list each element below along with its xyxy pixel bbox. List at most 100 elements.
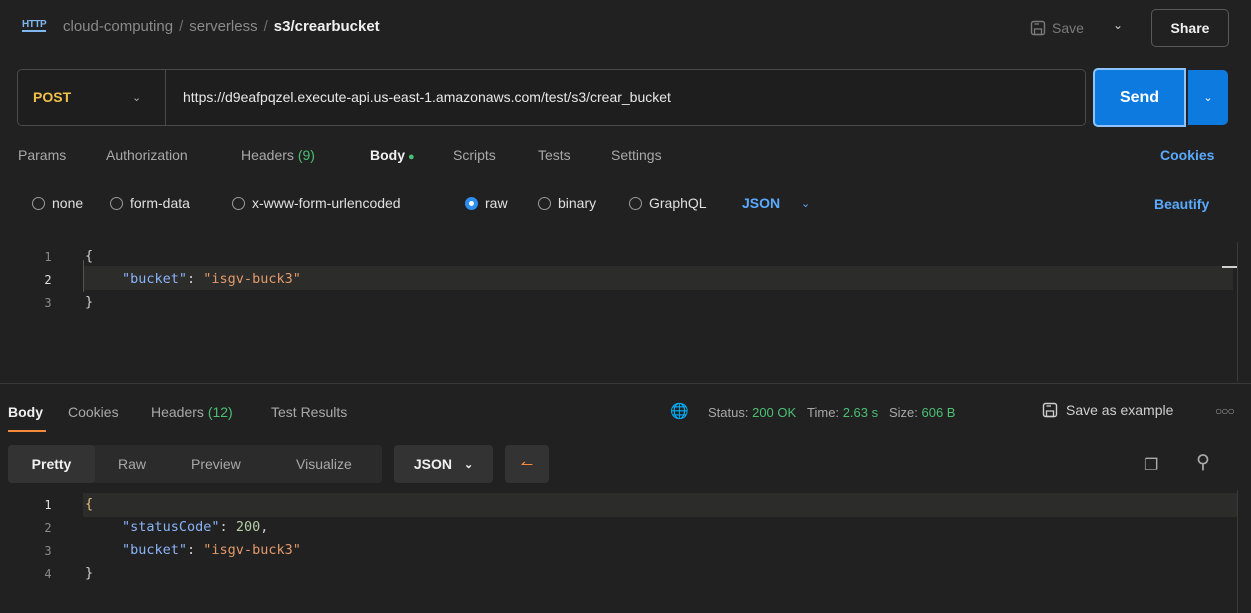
chevron-down-icon[interactable]: ⌄	[801, 197, 810, 210]
active-line-highlight	[83, 493, 1238, 517]
http-icon: HTTP	[22, 19, 47, 32]
response-tab-cookies[interactable]: Cookies	[68, 404, 119, 420]
radio-urlencoded[interactable]: x-www-form-urlencoded	[232, 195, 401, 211]
status-label: Status:	[708, 405, 749, 420]
response-format-label: JSON	[413, 456, 452, 472]
code-line: "bucket": "isgv-buck3"	[122, 542, 301, 558]
json-colon: :	[219, 519, 236, 535]
radio-form-data[interactable]: form-data	[110, 195, 190, 211]
search-icon[interactable]: ⚲	[1196, 451, 1210, 474]
share-button[interactable]: Share	[1151, 9, 1229, 47]
radio-raw[interactable]: raw	[465, 195, 508, 211]
wrap-lines-icon: ↼	[520, 456, 534, 473]
tab-authorization[interactable]: Authorization	[106, 147, 188, 163]
breadcrumb-separator: /	[263, 18, 268, 35]
radio-binary[interactable]: binary	[538, 195, 596, 211]
radio-circle-icon	[538, 196, 551, 210]
view-tab-preview[interactable]: Preview	[191, 456, 241, 472]
status-value[interactable]: 200 OK	[752, 405, 796, 420]
save-icon	[1030, 20, 1046, 36]
json-string: "isgv-buck3"	[203, 542, 301, 558]
breadcrumb-request[interactable]: s3/crearbucket	[274, 18, 380, 35]
tab-scripts[interactable]: Scripts	[453, 147, 496, 163]
radio-selected-icon	[465, 196, 478, 210]
breadcrumb-separator: /	[179, 18, 184, 35]
line-number: 1	[44, 498, 52, 512]
json-colon: :	[187, 542, 204, 558]
headers-count: (9)	[297, 147, 315, 163]
send-button[interactable]: Send	[1093, 68, 1186, 127]
chevron-down-icon[interactable]: ⌄	[132, 91, 141, 104]
response-tab-headers[interactable]: Headers (12)	[151, 404, 233, 420]
json-key: "bucket"	[122, 271, 188, 287]
copy-icon[interactable]: ❐	[1144, 455, 1158, 475]
radio-circle-icon	[629, 196, 642, 210]
save-as-example-button[interactable]: Save as example	[1042, 402, 1173, 418]
url-divider	[165, 70, 166, 125]
time-value[interactable]: 2.63 s	[843, 405, 878, 420]
code-line: }	[85, 294, 93, 310]
view-tab-visualize[interactable]: Visualize	[296, 456, 352, 472]
tab-settings[interactable]: Settings	[611, 147, 662, 163]
view-tab-raw[interactable]: Raw	[118, 456, 146, 472]
scrollbar-marker	[1222, 266, 1237, 268]
response-tab-test-results[interactable]: Test Results	[271, 404, 347, 420]
tab-tests[interactable]: Tests	[538, 147, 571, 163]
radio-graphql[interactable]: GraphQL	[629, 195, 707, 211]
response-tab-body[interactable]: Body	[8, 404, 43, 420]
tab-headers[interactable]: Headers (9)	[241, 147, 315, 163]
tab-body-label: Body	[370, 147, 405, 163]
url-input[interactable]: https://d9eafpqzel.execute-api.us-east-1…	[183, 89, 671, 105]
json-brace: {	[85, 248, 94, 264]
radio-label: raw	[485, 195, 508, 211]
code-line: "statusCode": 200,	[122, 519, 268, 535]
code-line: {	[85, 496, 93, 512]
json-brace: }	[85, 294, 94, 310]
chevron-down-icon: ⌄	[463, 458, 474, 471]
size-value[interactable]: 606 B	[921, 405, 955, 420]
line-number: 3	[44, 544, 52, 558]
breadcrumb-collection[interactable]: cloud-computing	[63, 18, 173, 35]
json-brace: {	[85, 496, 94, 512]
radio-label: x-www-form-urlencoded	[252, 195, 401, 211]
json-colon: :	[187, 271, 204, 287]
tab-params[interactable]: Params	[18, 147, 66, 163]
response-status-bar: Status: 200 OK Time: 2.63 s Size: 606 B	[708, 405, 955, 420]
size-label: Size:	[888, 405, 918, 420]
body-format-select[interactable]: JSON	[742, 195, 780, 211]
response-headers-count: (12)	[207, 404, 233, 420]
request-body-editor[interactable]	[0, 242, 1237, 382]
radio-label: none	[52, 195, 84, 211]
method-select[interactable]: POST	[33, 89, 71, 105]
response-tab-headers-label: Headers	[151, 404, 204, 420]
json-brace: }	[85, 565, 94, 581]
radio-circle-icon	[232, 196, 245, 210]
cookies-link[interactable]: Cookies	[1160, 147, 1214, 163]
breadcrumb-folder[interactable]: serverless	[189, 18, 257, 35]
save-button[interactable]: Save	[1030, 14, 1084, 42]
json-number: 200	[235, 519, 261, 535]
pane-resizer[interactable]	[0, 383, 1251, 384]
save-as-example-label: Save as example	[1066, 402, 1174, 418]
indent-guide	[83, 260, 84, 292]
line-number: 4	[44, 567, 52, 581]
line-number: 2	[44, 521, 52, 535]
send-options-button[interactable]: ⌄	[1188, 70, 1228, 125]
radio-none[interactable]: none	[32, 195, 83, 211]
more-options-icon[interactable]: ○○○	[1215, 404, 1235, 418]
tab-body[interactable]: Body ●	[370, 147, 415, 163]
beautify-button[interactable]: Beautify	[1154, 196, 1209, 212]
line-number: 1	[44, 250, 52, 264]
network-globe-icon[interactable]: 🌐	[670, 402, 689, 420]
editor-scrollbar[interactable]	[1237, 242, 1251, 382]
time-label: Time:	[807, 405, 840, 420]
response-format-select[interactable]: JSON ⌄	[394, 445, 493, 483]
modified-dot-icon: ●	[408, 151, 415, 163]
view-tab-pretty[interactable]: Pretty	[8, 445, 95, 483]
editor-scrollbar[interactable]	[1237, 490, 1251, 613]
chevron-down-icon[interactable]: ⌄	[1113, 18, 1123, 32]
tab-headers-label: Headers	[241, 147, 294, 163]
wrap-lines-button[interactable]: ↼	[505, 445, 549, 483]
json-comma: ,	[260, 519, 269, 535]
code-line: }	[85, 565, 93, 581]
